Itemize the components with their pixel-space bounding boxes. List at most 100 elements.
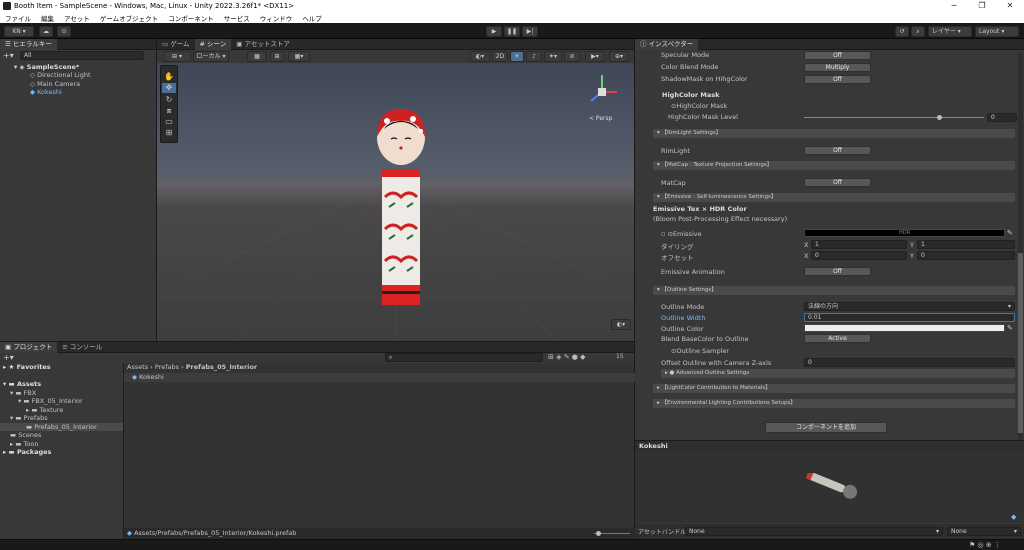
hand-tool-icon[interactable]: ✋ bbox=[162, 72, 176, 82]
advanced-outline-foldout[interactable]: ▸ ● Advanced Outline Settings bbox=[661, 369, 1015, 378]
tab-scene[interactable]: # シーン bbox=[194, 39, 232, 50]
overlay-toggle-icon[interactable]: ◐▾ bbox=[611, 319, 631, 330]
layout-dropdown[interactable]: Layout ▾ bbox=[975, 26, 1019, 37]
lightcolor-header[interactable]: ▸ 【LightColor Contribution to Materials】 bbox=[653, 384, 1015, 393]
rimlight-toggle[interactable]: Off bbox=[804, 146, 871, 155]
eyedropper-icon[interactable]: ✎ bbox=[1007, 229, 1013, 237]
filter-icons[interactable]: ⊞ ◈ ✎ ● ◆ bbox=[548, 353, 586, 361]
offset-y-field[interactable]: 0 bbox=[917, 251, 1015, 260]
tab-console[interactable]: ≡ コンソール bbox=[57, 342, 107, 353]
add-component-button[interactable]: コンポーネントを追加 bbox=[765, 422, 887, 433]
minimize-button[interactable]: ─ bbox=[940, 0, 968, 12]
step-button[interactable]: ▶| bbox=[522, 26, 538, 37]
breadcrumb-item[interactable]: Prefabs bbox=[155, 363, 179, 371]
hierarchy-item[interactable]: ◆ Kokeshi bbox=[30, 88, 156, 97]
offset-outline-field[interactable]: 0 bbox=[804, 358, 1015, 367]
orientation-gizmo[interactable] bbox=[581, 71, 623, 113]
assetbundle-dropdown[interactable]: None ▾ bbox=[685, 527, 943, 536]
kokeshi-model[interactable] bbox=[367, 107, 437, 317]
breadcrumb-item[interactable]: Assets bbox=[127, 363, 148, 371]
menu-edit[interactable]: 編集 bbox=[36, 13, 59, 23]
preview-area[interactable]: ◆ bbox=[635, 451, 1024, 523]
move-tool-icon[interactable]: ✥ bbox=[162, 83, 176, 93]
grid-snap-icon[interactable]: ▦ bbox=[247, 51, 267, 62]
highcolor-mask-field[interactable]: ⊙HighColor Mask bbox=[671, 102, 727, 110]
tiling-x-field[interactable]: 1 bbox=[811, 240, 907, 249]
highcolor-level-field[interactable]: 0 bbox=[987, 113, 1017, 122]
folder-item[interactable]: ▸ ▬ Toon bbox=[10, 440, 39, 449]
matcap-toggle[interactable]: Off bbox=[804, 178, 871, 187]
cloud-icon[interactable]: ☁ bbox=[39, 26, 53, 37]
blend-base-toggle[interactable]: Active bbox=[804, 334, 871, 343]
hierarchy-item[interactable]: ◇ Directional Light bbox=[30, 71, 91, 80]
outline-color-swatch[interactable] bbox=[804, 324, 1005, 332]
rotate-tool-icon[interactable]: ↻ bbox=[162, 95, 176, 105]
packages-folder[interactable]: ▸ ▬ Packages bbox=[3, 448, 51, 457]
emissive-texture-field[interactable]: ▫ ⊙Emissive bbox=[661, 230, 702, 238]
env-lighting-header[interactable]: ▸ 【Environmental Lighting Contributions … bbox=[653, 399, 1015, 408]
audio-icon[interactable]: ♪ bbox=[526, 51, 542, 62]
slider-thumb[interactable] bbox=[937, 115, 942, 120]
outline-mode-dropdown[interactable]: 法線の方向 ▾ bbox=[804, 302, 1015, 311]
highcolor-level-slider[interactable] bbox=[804, 115, 984, 120]
folder-item-selected[interactable]: ▬ Prefabs_05_Interior bbox=[0, 422, 123, 431]
maximize-button[interactable]: ❐ bbox=[968, 0, 996, 12]
menu-assets[interactable]: アセット bbox=[59, 13, 95, 23]
snap-icon[interactable]: ⊞ bbox=[270, 51, 284, 62]
asset-item[interactable]: ◆ Kokeshi bbox=[124, 373, 635, 382]
tab-inspector[interactable]: ⓘ インスペクター bbox=[635, 39, 699, 50]
outline-sampler-field[interactable]: ⊙Outline Sampler bbox=[671, 347, 729, 355]
hierarchy-item[interactable]: ◇ Main Camera bbox=[30, 80, 80, 89]
folder-item[interactable]: ▾ ▬ FBX_05_Interior bbox=[18, 397, 83, 406]
lighting-icon[interactable]: ☀ bbox=[510, 51, 524, 62]
matcap-header[interactable]: ▾ 【MatCap : Texture Projection Settings】 bbox=[653, 161, 1015, 170]
shadowmask-toggle[interactable]: Off bbox=[804, 75, 871, 84]
camera-icon[interactable]: ▶▾ bbox=[585, 51, 605, 62]
rect-tool-icon[interactable]: ▭ bbox=[162, 117, 176, 127]
local-dropdown[interactable]: ローカル ▾ bbox=[193, 51, 229, 62]
scene-viewport[interactable]: ✋ ✥ ↻ ⧈ ▭ ⊞ < Persp ◐▾ bbox=[157, 63, 634, 341]
folder-item[interactable]: ▬ Scenes bbox=[10, 431, 41, 440]
account-button[interactable]: KN ▾ bbox=[4, 26, 34, 37]
inspector-scrollbar[interactable] bbox=[1018, 53, 1023, 443]
play-button[interactable]: ▶ bbox=[486, 26, 502, 37]
pivot-dropdown[interactable]: ⊞ ▾ bbox=[163, 51, 191, 62]
assets-folder[interactable]: ▾ ▬ Assets bbox=[3, 380, 41, 389]
specular-toggle[interactable]: Off bbox=[804, 51, 871, 60]
preview-header[interactable]: Kokeshi bbox=[635, 440, 1024, 451]
increment-icon[interactable]: ▦▾ bbox=[288, 51, 310, 62]
folder-item[interactable]: ▾ ▬ FBX bbox=[10, 389, 36, 398]
create-button[interactable]: +▾ bbox=[3, 354, 14, 362]
layers-icon[interactable]: ◆ bbox=[1011, 513, 1016, 521]
menu-window[interactable]: ウィンドウ bbox=[255, 13, 298, 23]
breadcrumb-item[interactable]: Prefabs_05_Interior bbox=[186, 363, 257, 371]
menu-file[interactable]: ファイル bbox=[0, 13, 36, 23]
slider-thumb[interactable] bbox=[596, 531, 601, 536]
hidden-icon[interactable]: ⊘ bbox=[564, 51, 580, 62]
mode-2d-button[interactable]: 2D bbox=[492, 51, 508, 62]
favorites-folder[interactable]: ▸ ★ Favorites bbox=[3, 363, 51, 372]
persp-label[interactable]: < Persp bbox=[589, 115, 612, 122]
menu-component[interactable]: コンポーネント bbox=[163, 13, 219, 23]
collab-icon[interactable]: ⊙ bbox=[57, 26, 71, 37]
layers-dropdown[interactable]: レイヤー ▾ bbox=[928, 26, 972, 37]
folder-item[interactable]: ▸ ▬ Texture bbox=[26, 406, 63, 415]
transform-tool-icon[interactable]: ⊞ bbox=[162, 128, 176, 138]
tab-asset-store[interactable]: ▣ アセットストア bbox=[231, 39, 295, 50]
emissive-color-swatch[interactable]: HDR bbox=[804, 229, 1005, 237]
scale-tool-icon[interactable]: ⧈ bbox=[162, 106, 176, 116]
hierarchy-search-input[interactable]: All bbox=[20, 51, 144, 60]
rimlight-header[interactable]: ▾ 【RimLight Settings】 bbox=[653, 129, 1015, 138]
assetbundle-variant-dropdown[interactable]: None ▾ bbox=[947, 527, 1021, 536]
menu-services[interactable]: サービス bbox=[219, 13, 255, 23]
menu-help[interactable]: ヘルプ bbox=[297, 13, 327, 23]
tab-game[interactable]: ▭ ゲーム bbox=[157, 39, 195, 50]
project-search-input[interactable]: ⌕ bbox=[385, 353, 543, 362]
gizmos-icon[interactable]: ⊕▾ bbox=[609, 51, 629, 62]
outline-width-field[interactable]: 0.01 bbox=[804, 313, 1015, 322]
close-button[interactable]: ✕ bbox=[996, 0, 1024, 12]
offset-x-field[interactable]: 0 bbox=[811, 251, 907, 260]
search-icon[interactable]: ⌕ bbox=[911, 26, 925, 37]
emissive-header[interactable]: ▾ 【Emissive : Self-luminescence Settings… bbox=[653, 193, 1015, 202]
pause-button[interactable]: ❚❚ bbox=[504, 26, 520, 37]
